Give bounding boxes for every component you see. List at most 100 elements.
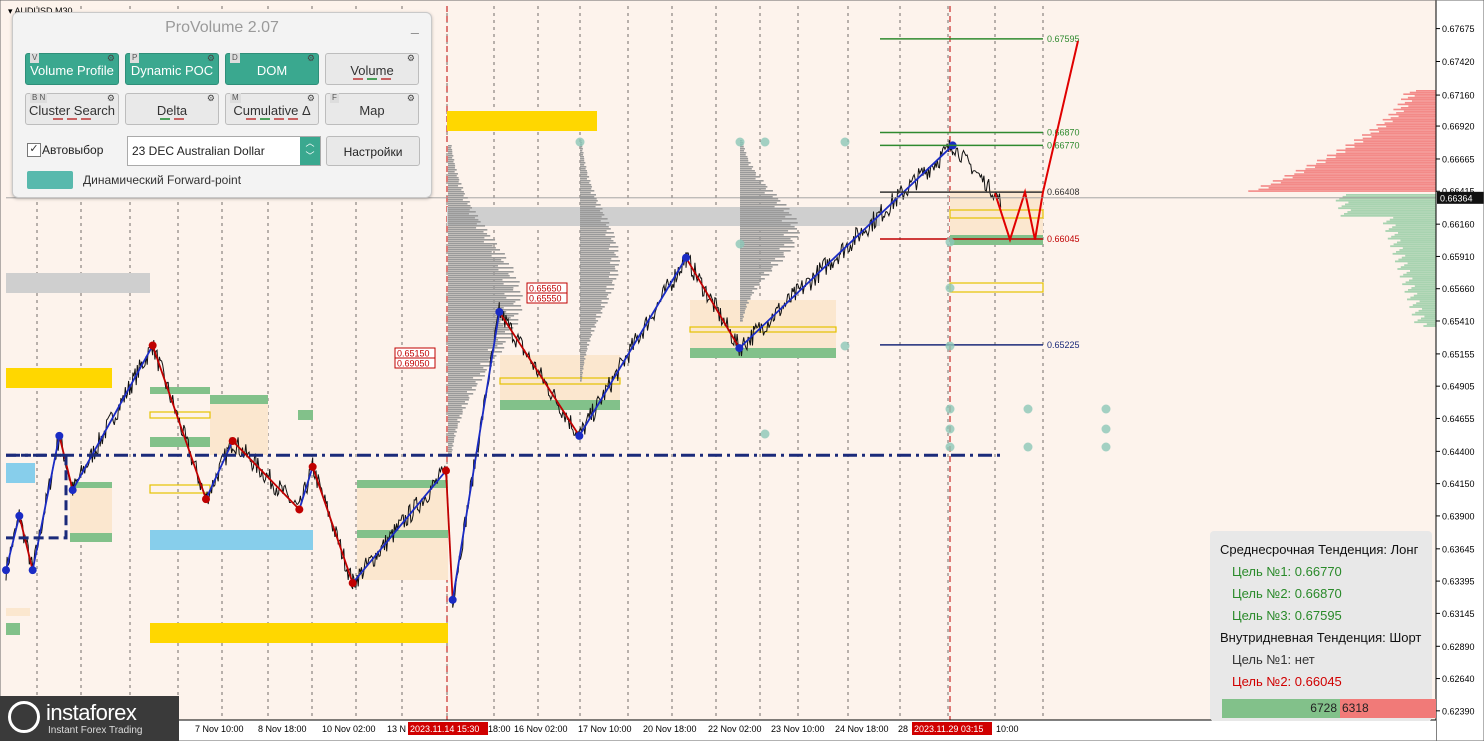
volume-profile-bar bbox=[580, 300, 602, 302]
volume-profile-bar bbox=[448, 265, 499, 267]
dom-ask-bar bbox=[1284, 175, 1436, 177]
dom-ask-bar bbox=[1398, 115, 1436, 118]
dynamic-poc-button[interactable]: P ⚙ Dynamic POC bbox=[125, 53, 219, 85]
volume-profile-bar bbox=[448, 295, 523, 297]
volume-profile-bar bbox=[740, 188, 766, 190]
volume-profile-bar bbox=[580, 274, 619, 276]
volume-profile-bar bbox=[448, 149, 453, 151]
volume-profile-button[interactable]: V ⚙ Volume Profile bbox=[25, 53, 119, 85]
volume-profile-bar bbox=[740, 252, 784, 254]
dom-bid-bar bbox=[1396, 251, 1436, 253]
gear-icon[interactable]: ⚙ bbox=[207, 53, 215, 63]
autoselect-checkbox[interactable]: ✓ bbox=[27, 143, 41, 157]
dom-ask-bar bbox=[1315, 166, 1436, 169]
volume-profile-bar bbox=[448, 277, 517, 279]
volume-profile-bar bbox=[448, 385, 477, 387]
volume-profile-bar bbox=[580, 306, 605, 308]
dom-ask-bar bbox=[1376, 124, 1436, 126]
volume-profile-bar bbox=[580, 314, 597, 316]
gear-icon[interactable]: ⚙ bbox=[407, 53, 415, 63]
level-label: 0.65225 bbox=[1047, 340, 1080, 350]
time-marker-label: 2023.11.14 15:30 bbox=[410, 724, 479, 734]
volume-profile-bar bbox=[580, 166, 587, 168]
dom-ask-bar bbox=[1345, 147, 1436, 150]
volume-profile-bar bbox=[580, 284, 615, 286]
y-tick-label: 0.67675 bbox=[1442, 24, 1475, 34]
dom-bid-bar bbox=[1346, 194, 1436, 196]
cumulative-delta-button[interactable]: M ⚙ Cumulative Δ bbox=[225, 93, 319, 125]
volume-profile-bar bbox=[448, 175, 457, 177]
volume-profile-bar bbox=[448, 347, 505, 349]
minimize-icon[interactable]: _ bbox=[411, 19, 423, 33]
volume-profile-bar bbox=[448, 443, 453, 445]
zone-box bbox=[950, 235, 1043, 245]
volume-profile-bar bbox=[740, 214, 792, 216]
volume-profile-bar bbox=[580, 304, 601, 306]
volume-profile-bar bbox=[740, 196, 773, 198]
cluster-search-button[interactable]: B N ⚙ Cluster Search bbox=[25, 93, 119, 125]
forward-point-toggle[interactable] bbox=[27, 171, 73, 189]
indicator-dots bbox=[326, 78, 418, 81]
volume-profile-bar bbox=[448, 399, 469, 401]
volume-profile-bar bbox=[448, 251, 492, 253]
volume-profile-bar bbox=[448, 181, 459, 183]
volume-profile-bar bbox=[448, 393, 474, 395]
volume-profile-bar bbox=[580, 230, 607, 232]
volume-profile-bar bbox=[448, 391, 468, 393]
gear-icon[interactable]: ⚙ bbox=[107, 93, 115, 103]
volume-profile-bar bbox=[740, 234, 784, 236]
pivot-point bbox=[28, 566, 37, 575]
volume-profile-bar bbox=[448, 179, 460, 181]
volume-profile-bar bbox=[740, 272, 765, 274]
volume-profile-bar bbox=[740, 172, 757, 174]
volume-profile-bar bbox=[740, 200, 781, 202]
gear-icon[interactable]: ⚙ bbox=[307, 93, 315, 103]
volume-profile-bar bbox=[580, 270, 618, 272]
volume-profile-bar bbox=[580, 172, 588, 174]
trend-panel: Среднесрочная Тенденция: Лонг Цель №1: 0… bbox=[1210, 531, 1432, 721]
volume-profile-bar bbox=[448, 271, 514, 273]
volume-profile-bar bbox=[448, 163, 455, 165]
dom-ask-bar bbox=[1386, 125, 1436, 128]
dom-ask-bar bbox=[1390, 117, 1436, 119]
pivot-point bbox=[55, 431, 64, 440]
dom-bid-bar bbox=[1412, 304, 1436, 306]
gear-icon[interactable]: ⚙ bbox=[407, 93, 415, 103]
volume-profile-bar bbox=[740, 206, 775, 208]
map-button[interactable]: F ⚙ Map bbox=[325, 93, 419, 125]
gear-icon[interactable]: ⚙ bbox=[307, 53, 315, 63]
volume-profile-bar bbox=[448, 207, 473, 209]
gear-icon[interactable]: ⚙ bbox=[207, 93, 215, 103]
dom-ask-bar bbox=[1377, 127, 1436, 129]
dom-ask-bar bbox=[1282, 178, 1436, 180]
dom-button[interactable]: D ⚙ DOM bbox=[225, 53, 319, 85]
volume-profile-bar bbox=[740, 190, 773, 192]
pivot-point bbox=[495, 307, 504, 316]
volume-profile-bar bbox=[448, 155, 454, 157]
volume-profile-bar bbox=[580, 272, 610, 274]
chevron-updown-icon[interactable]: ︿ ﹀ bbox=[300, 137, 320, 165]
zone-box bbox=[6, 273, 150, 293]
gear-icon[interactable]: ⚙ bbox=[107, 53, 115, 63]
pivot-point bbox=[68, 486, 77, 495]
volume-profile-bar bbox=[580, 292, 612, 294]
volume-profile-bar bbox=[740, 230, 789, 232]
settings-button[interactable]: Настройки bbox=[326, 136, 420, 166]
volume-profile-bar bbox=[448, 281, 520, 283]
volume-profile-bar bbox=[448, 243, 498, 245]
pivot-point bbox=[148, 341, 157, 350]
volume-profile-bar bbox=[448, 423, 458, 425]
delta-button[interactable]: ⚙ Delta bbox=[125, 93, 219, 125]
volume-profile-bar bbox=[580, 148, 583, 150]
volume-profile-bar bbox=[448, 221, 481, 223]
dom-ask-bar bbox=[1371, 135, 1436, 138]
volume-button[interactable]: ⚙ Volume bbox=[325, 53, 419, 85]
pivot-point bbox=[202, 495, 210, 504]
volume-profile-bar bbox=[740, 320, 743, 322]
volume-profile-bar bbox=[740, 198, 779, 200]
marker-circle bbox=[1101, 424, 1111, 434]
instrument-select[interactable]: 23 DEC Australian Dollar ︿ ﹀ bbox=[127, 136, 321, 166]
volume-profile-bar bbox=[740, 248, 780, 250]
volume-profile-bar bbox=[740, 218, 797, 220]
volume-profile-bar bbox=[448, 231, 484, 233]
